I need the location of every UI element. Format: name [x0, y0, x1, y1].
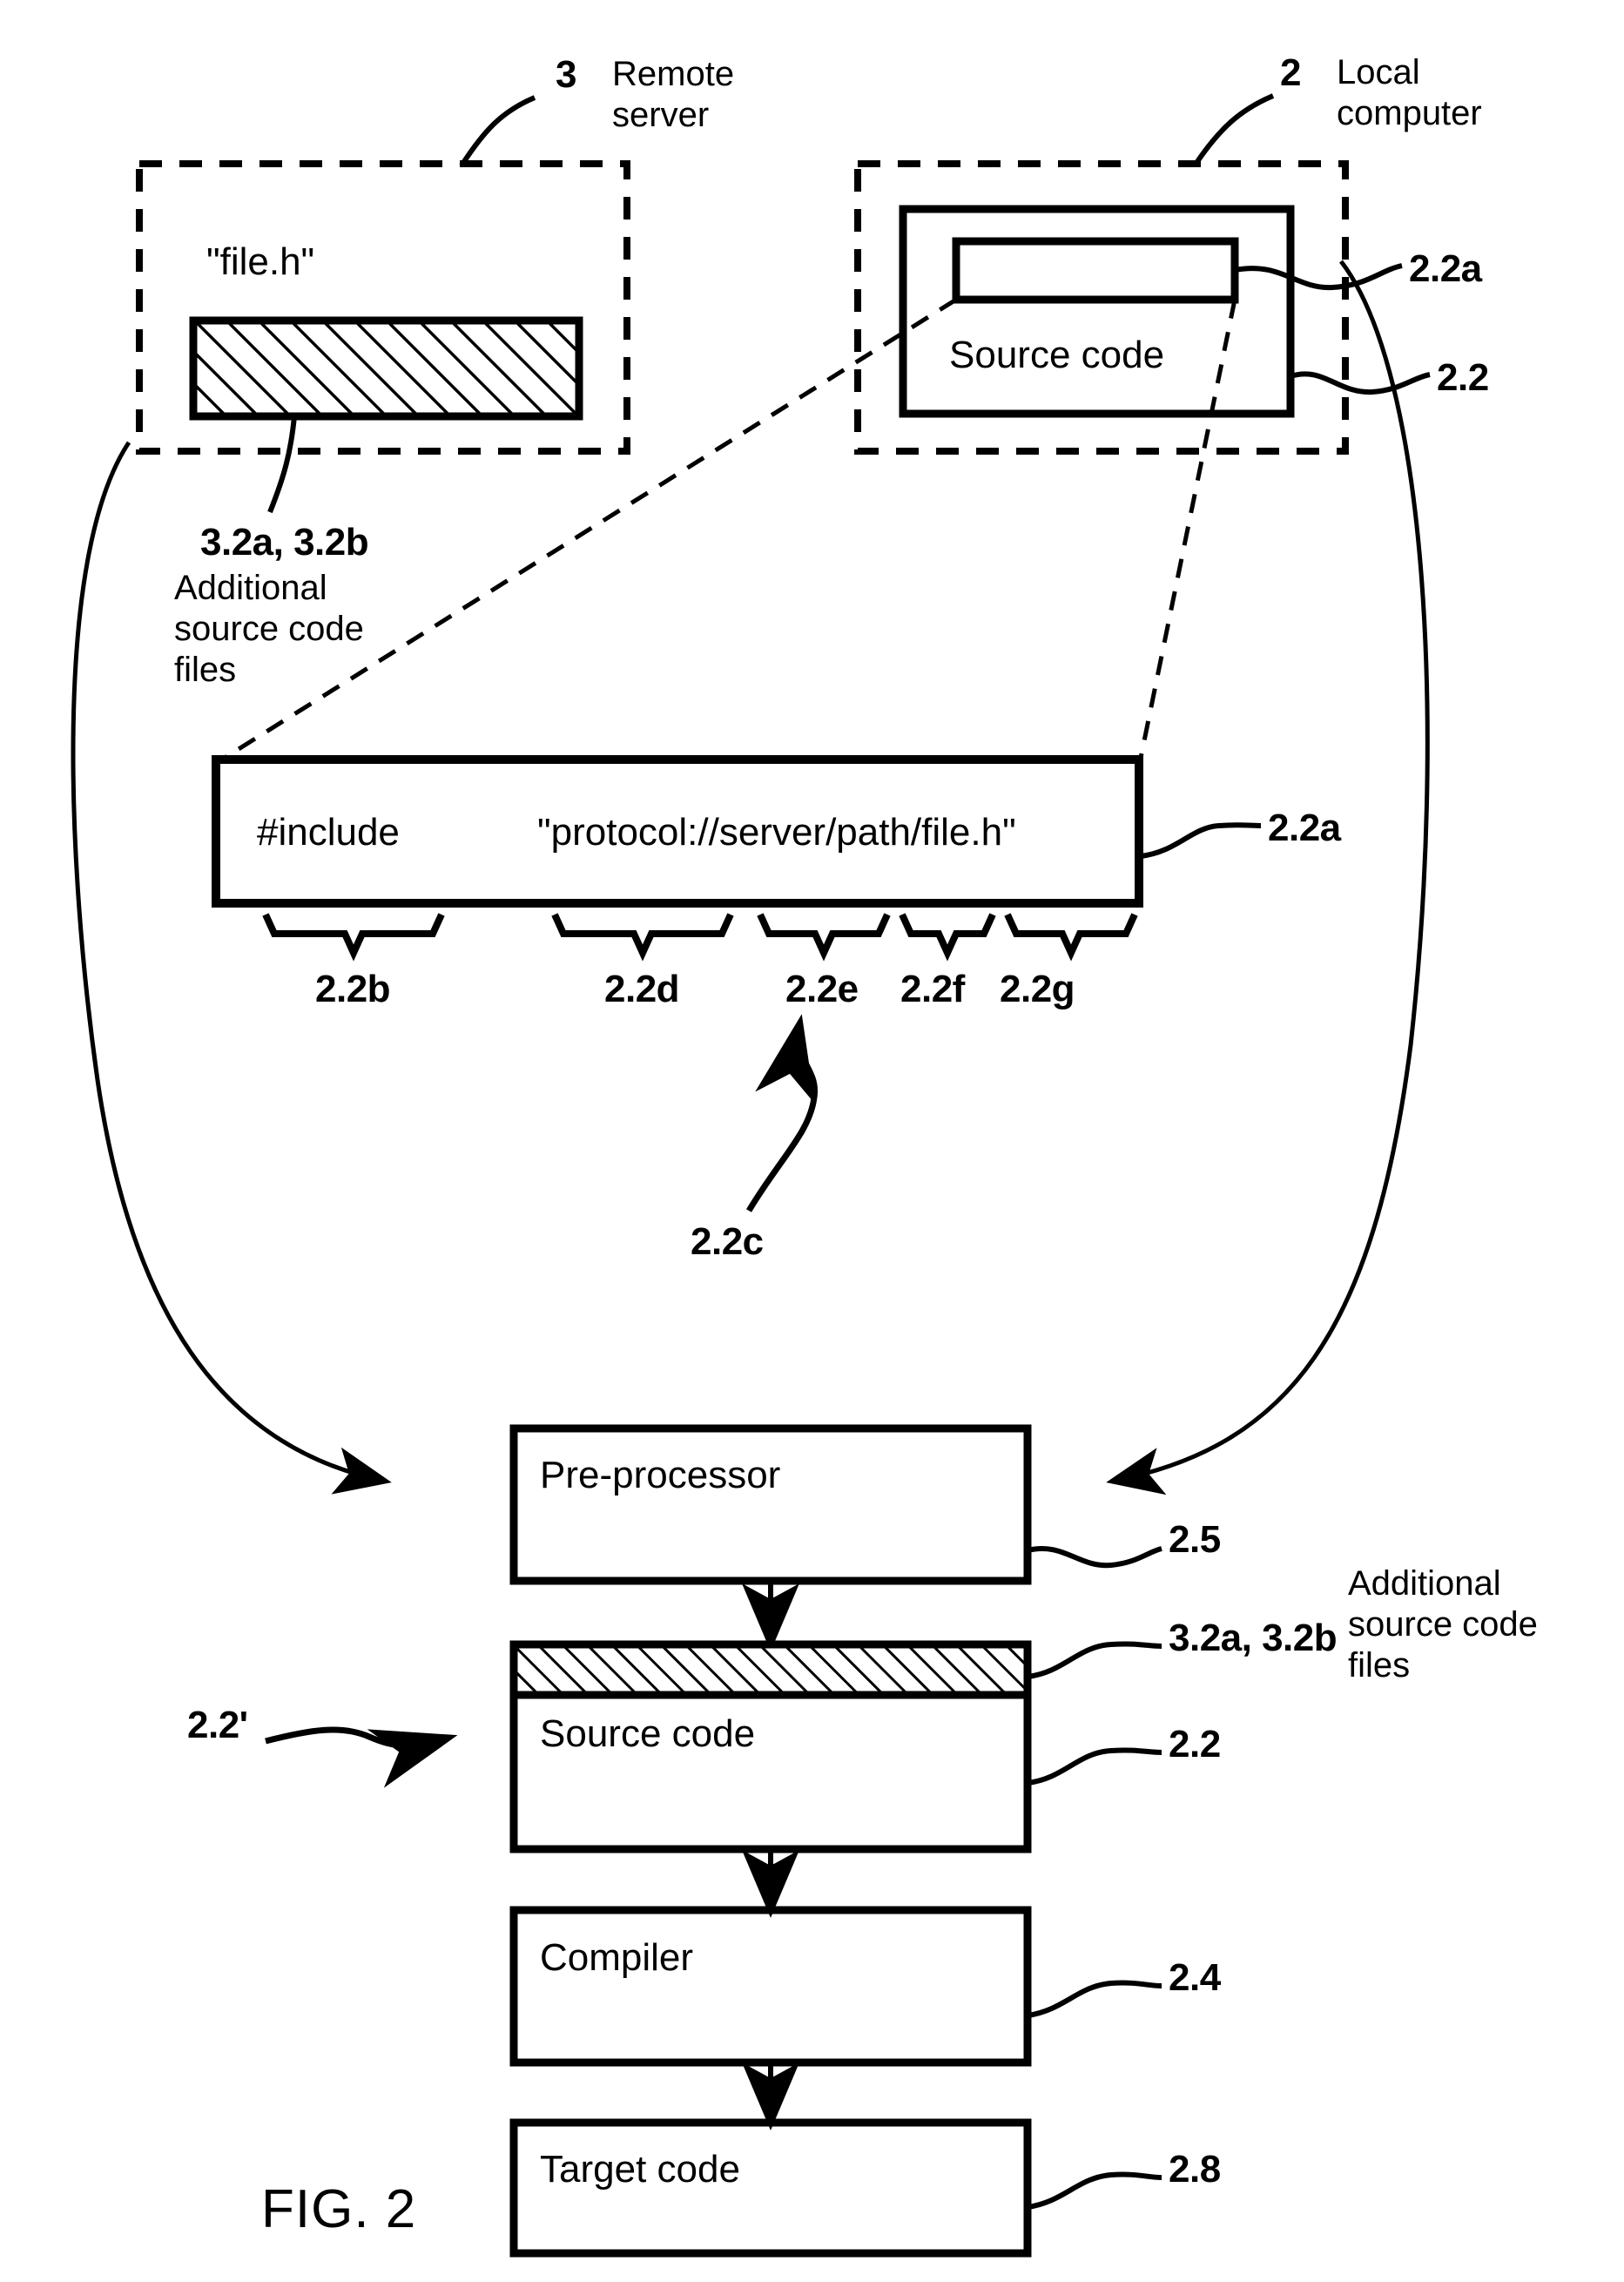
label-file-h: "file.h" — [206, 240, 315, 283]
ref-segment-2-2g: 2.2g — [1000, 968, 1075, 1010]
ref-remote-server: 3 — [556, 53, 576, 96]
label-output-additional-files: Additional source code files — [1348, 1564, 1538, 1685]
local-source-code-box — [899, 205, 1295, 418]
compiler-box — [509, 1906, 1032, 2067]
local-computer-boundary — [854, 160, 1349, 455]
ref-include-statement: 2.2a — [1268, 807, 1341, 849]
label-compiler: Compiler — [540, 1936, 694, 1979]
ref-preprocessor: 2.5 — [1169, 1518, 1221, 1561]
ref-output-additional-files: 3.2a, 3.2b — [1169, 1617, 1338, 1659]
leader-line-2 — [1192, 93, 1275, 167]
ref-segment-2-2e: 2.2e — [785, 968, 859, 1010]
leader-line-3-2a-3-2b — [267, 415, 297, 514]
brace-2-2f — [899, 913, 996, 962]
label-preprocessor: Pre-processor — [540, 1454, 781, 1496]
label-local-computer: Local computer — [1337, 53, 1482, 133]
diagram-vector-layer — [71, 93, 1431, 2258]
ref-segment-2-2d: 2.2d — [604, 968, 680, 1010]
leader-line-2-2a-top — [1234, 263, 1403, 291]
leader-line-2-8 — [1027, 2171, 1162, 2210]
brace-2-2g — [1004, 913, 1138, 962]
output-hatched-band — [509, 1640, 1032, 1699]
ref-segment-2-2f: 2.2f — [900, 968, 965, 1010]
ref-include-statement-whole: 2.2c — [691, 1220, 764, 1263]
leader-arrow-2-2-prime — [265, 1726, 458, 1788]
ref-compiler: 2.4 — [1169, 1956, 1221, 1999]
brace-2-2d — [551, 913, 734, 962]
leader-arrow-2-2c — [745, 1014, 819, 1212]
figure-canvas: 3 Remote server "file.h" 3.2a, 3.2b Addi… — [0, 0, 1624, 2282]
ref-source-code-prime: 2.2' — [187, 1704, 248, 1746]
label-local-source-code: Source code — [949, 334, 1165, 376]
ref-local-computer: 2 — [1280, 51, 1301, 94]
label-target-code: Target code — [540, 2148, 740, 2191]
local-include-strip — [952, 237, 1239, 304]
preprocessor-box — [509, 1424, 1032, 1585]
flow-loop-paths — [71, 260, 1430, 1495]
label-remote-additional-files: Additional source code files — [174, 569, 364, 690]
leader-line-3 — [459, 95, 536, 167]
label-remote-server: Remote server — [612, 55, 735, 135]
remote-hatched-block — [189, 316, 583, 421]
ref-segment-2-2b: 2.2b — [315, 968, 391, 1010]
ref-target-code: 2.8 — [1169, 2148, 1221, 2191]
remote-server-boundary — [136, 160, 630, 455]
label-output-source-code: Source code — [540, 1712, 756, 1755]
leader-line-2-2-top — [1290, 371, 1431, 395]
leader-line-2-5 — [1027, 1546, 1162, 1569]
ref-local-include-strip: 2.2a — [1409, 247, 1482, 290]
leader-line-3-2a-3-2b-out — [1027, 1641, 1162, 1679]
include-path-text: "protocol://server/path/file.h" — [537, 811, 1016, 854]
ref-output-source-code: 2.2 — [1169, 1723, 1221, 1766]
include-directive-text: #include — [257, 811, 400, 854]
brace-2-2b — [262, 913, 445, 962]
leader-line-2-4 — [1027, 1980, 1162, 2018]
segment-braces — [262, 913, 1138, 962]
figure-caption: FIG. 2 — [261, 2179, 417, 2239]
ref-remote-additional-files: 3.2a, 3.2b — [200, 521, 369, 564]
brace-2-2e — [757, 913, 891, 962]
leader-line-2-2a-detail — [1140, 822, 1262, 859]
ref-local-source-code-box: 2.2 — [1437, 356, 1489, 399]
leader-line-2-2-out — [1027, 1747, 1162, 1786]
